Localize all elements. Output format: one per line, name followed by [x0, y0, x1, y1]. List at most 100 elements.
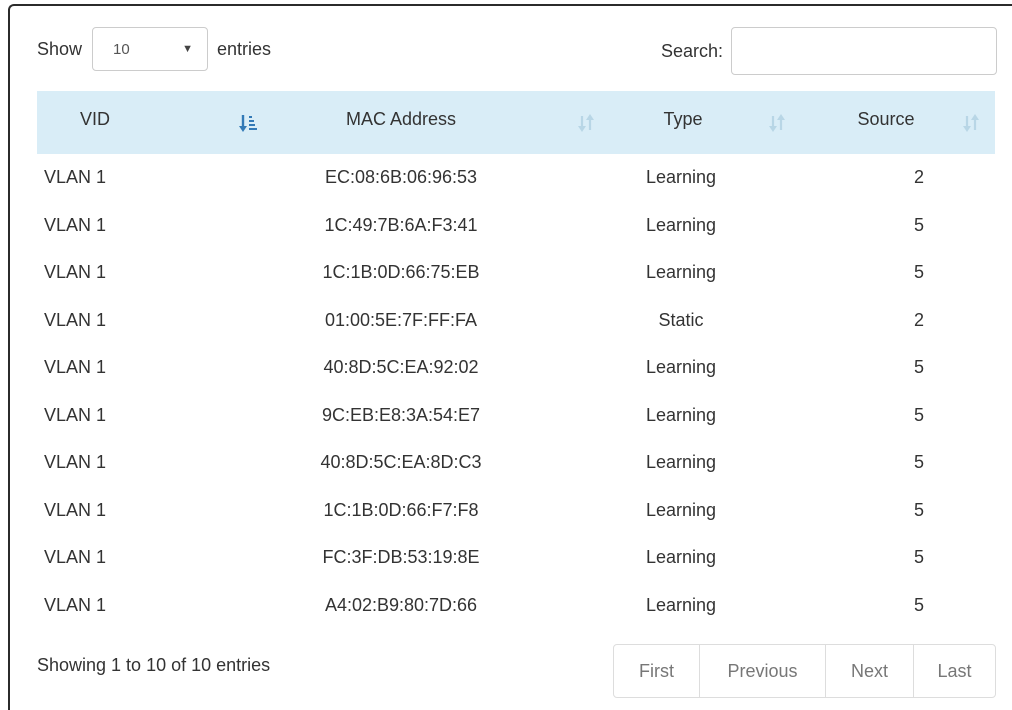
cell-source: 5	[807, 392, 995, 440]
search-label: Search:	[660, 40, 723, 61]
cell-vid: VLAN 1	[37, 439, 273, 487]
cell-source: 2	[807, 297, 995, 345]
cell-mac-address: 1C:1B:0D:66:75:EB	[273, 249, 599, 297]
cell-vid: VLAN 1	[37, 344, 273, 392]
cell-source-value: 5	[913, 357, 924, 378]
cell-type-value: Learning	[645, 167, 717, 188]
table-info: Showing 1 to 10 of 10 entries	[37, 655, 271, 675]
pagination-previous-button[interactable]: Previous	[699, 645, 825, 697]
cell-type: Learning	[599, 487, 807, 535]
sort-both-icon	[768, 113, 786, 133]
sort-ascending-icon	[239, 113, 257, 133]
cell-type: Static	[599, 297, 807, 345]
cell-source: 5	[807, 487, 995, 535]
cell-vid-value: VLAN 1	[43, 167, 107, 188]
cell-vid-value: VLAN 1	[43, 262, 107, 283]
table-body: VLAN 1 EC:08:6B:06:96:53 Learning 2 VLAN 1 1C…	[37, 154, 995, 629]
cell-source: 5	[807, 202, 995, 250]
cell-source-value: 5	[913, 594, 924, 615]
cell-mac-address-value: 40:8D:5C:EA:92:02	[323, 357, 479, 378]
cell-vid: VLAN 1	[37, 487, 273, 535]
cell-vid: VLAN 1	[37, 582, 273, 630]
cell-mac-address: 1C:49:7B:6A:F3:41	[273, 202, 599, 250]
pagination-first-button[interactable]: First	[614, 645, 699, 697]
cell-vid: VLAN 1	[37, 297, 273, 345]
column-header-type[interactable]: Type	[599, 91, 807, 154]
table-toolbar: Show 10 ▼ entries Search:	[37, 27, 997, 75]
table-row[interactable]: VLAN 1 A4:02:B9:80:7D:66 Learning 5	[37, 582, 995, 630]
cell-vid-value: VLAN 1	[43, 404, 107, 425]
cell-source: 5	[807, 344, 995, 392]
length-menu-prefix: Show	[37, 38, 83, 59]
cell-mac-address-value: 1C:1B:0D:66:75:EB	[322, 262, 480, 283]
length-menu: Show 10 ▼ entries	[37, 27, 271, 71]
entries-per-page-value: 10	[113, 40, 130, 58]
cell-source-value: 5	[913, 547, 924, 568]
cell-vid-value: VLAN 1	[43, 452, 107, 473]
cell-mac-address: 9C:EB:E8:3A:54:E7	[273, 392, 599, 440]
cell-type: Learning	[599, 534, 807, 582]
cell-source: 5	[807, 534, 995, 582]
cell-mac-address-value: 1C:49:7B:6A:F3:41	[324, 214, 478, 235]
column-header-label: VID	[79, 109, 110, 129]
search-input[interactable]	[731, 27, 997, 75]
cell-source-value: 5	[913, 214, 924, 235]
cell-mac-address-value: FC:3F:DB:53:19:8E	[322, 547, 480, 568]
cell-vid-value: VLAN 1	[43, 309, 107, 330]
table-row[interactable]: VLAN 1 40:8D:5C:EA:8D:C3 Learning 5	[37, 439, 995, 487]
cell-type: Learning	[599, 344, 807, 392]
pagination-next-button[interactable]: Next	[825, 645, 913, 697]
pagination: First Previous Next Last	[613, 644, 996, 698]
length-menu-suffix: entries	[217, 38, 272, 59]
table-row[interactable]: VLAN 1 FC:3F:DB:53:19:8E Learning 5	[37, 534, 995, 582]
cell-mac-address: 01:00:5E:7F:FF:FA	[273, 297, 599, 345]
table-row[interactable]: VLAN 1 9C:EB:E8:3A:54:E7 Learning 5	[37, 392, 995, 440]
cell-type-value: Learning	[645, 214, 717, 235]
cell-source: 2	[807, 154, 995, 202]
table-row[interactable]: VLAN 1 01:00:5E:7F:FF:FA Static 2	[37, 297, 995, 345]
column-header-vid[interactable]: VID	[37, 91, 273, 154]
cell-vid-value: VLAN 1	[43, 547, 107, 568]
cell-source-value: 2	[913, 309, 924, 330]
table-row[interactable]: VLAN 1 1C:1B:0D:66:75:EB Learning 5	[37, 249, 995, 297]
search-filter: Search:	[661, 27, 997, 75]
cell-type-value: Learning	[645, 547, 717, 568]
mac-address-table: VID MAC Address Type Source VLAN 1 EC:08:6B:…	[37, 91, 995, 629]
sort-both-icon	[577, 113, 595, 133]
pagination-last-button[interactable]: Last	[913, 645, 995, 697]
column-header-label: Type	[663, 109, 703, 129]
cell-vid-value: VLAN 1	[43, 594, 107, 615]
cell-vid-value: VLAN 1	[43, 499, 107, 520]
cell-type: Learning	[599, 392, 807, 440]
cell-type-value: Learning	[645, 452, 717, 473]
column-header-source[interactable]: Source	[807, 91, 995, 154]
cell-vid: VLAN 1	[37, 392, 273, 440]
cell-source-value: 5	[913, 404, 924, 425]
cell-mac-address-value: 01:00:5E:7F:FF:FA	[324, 309, 478, 330]
table-row[interactable]: VLAN 1 EC:08:6B:06:96:53 Learning 2	[37, 154, 995, 202]
cell-mac-address-value: 9C:EB:E8:3A:54:E7	[321, 404, 481, 425]
cell-source-value: 5	[913, 262, 924, 283]
cell-type: Learning	[599, 154, 807, 202]
cell-mac-address: A4:02:B9:80:7D:66	[273, 582, 599, 630]
table-row[interactable]: VLAN 1 40:8D:5C:EA:92:02 Learning 5	[37, 344, 995, 392]
cell-mac-address-value: A4:02:B9:80:7D:66	[324, 594, 478, 615]
cell-mac-address-value: 1C:1B:0D:66:F7:F8	[323, 499, 479, 520]
table-header-row: VID MAC Address Type Source	[37, 91, 995, 154]
column-header-mac-address[interactable]: MAC Address	[273, 91, 599, 154]
cell-type-value: Learning	[645, 499, 717, 520]
column-header-label: Source	[857, 109, 915, 129]
cell-vid-value: VLAN 1	[43, 357, 107, 378]
table-row[interactable]: VLAN 1 1C:1B:0D:66:F7:F8 Learning 5	[37, 487, 995, 535]
cell-type: Learning	[599, 249, 807, 297]
cell-mac-address-value: EC:08:6B:06:96:53	[324, 167, 478, 188]
cell-source: 5	[807, 439, 995, 487]
table-row[interactable]: VLAN 1 1C:49:7B:6A:F3:41 Learning 5	[37, 202, 995, 250]
entries-per-page-select[interactable]: 10 ▼	[92, 27, 209, 71]
cell-type: Learning	[599, 582, 807, 630]
cell-type-value: Learning	[645, 357, 717, 378]
cell-vid: VLAN 1	[37, 154, 273, 202]
cell-source-value: 5	[913, 499, 924, 520]
cell-source-value: 2	[913, 167, 924, 188]
cell-mac-address-value: 40:8D:5C:EA:8D:C3	[320, 452, 482, 473]
